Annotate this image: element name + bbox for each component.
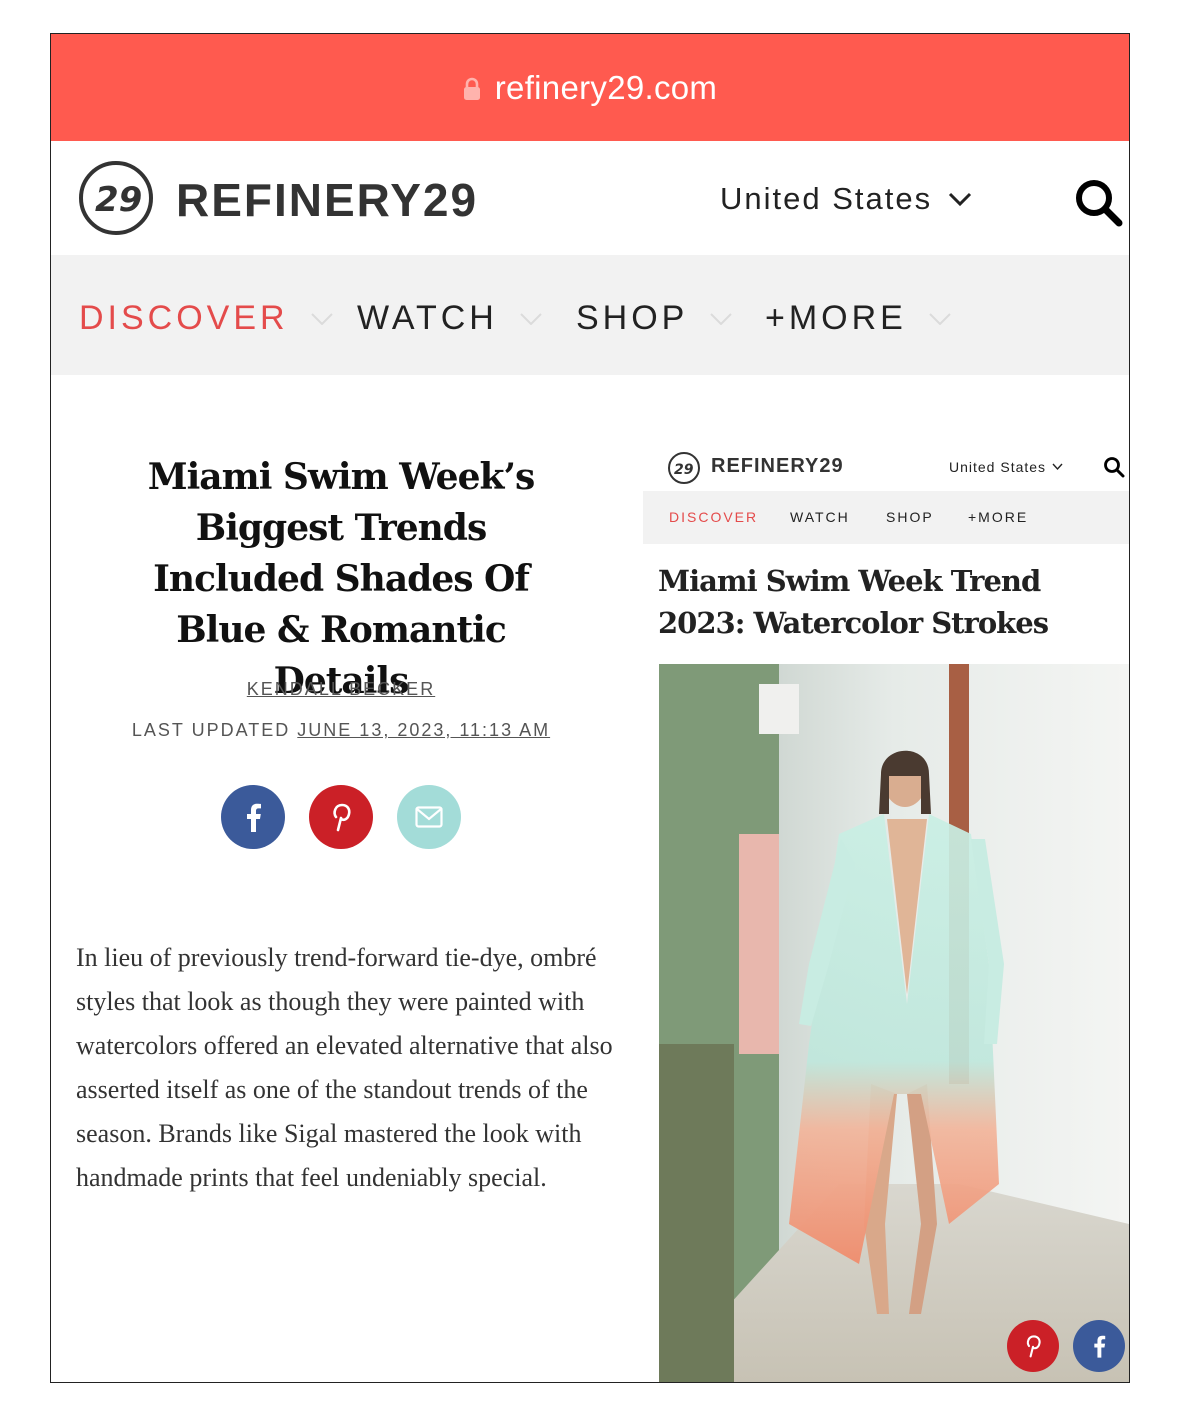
svg-text:29: 29 <box>674 462 694 478</box>
article-body: In lieu of previously trend-forward tie-… <box>76 943 613 1192</box>
updated-label: LAST UPDATED <box>131 720 291 740</box>
chevron-down-icon <box>949 192 972 207</box>
facebook-icon <box>1094 1335 1106 1358</box>
inset-nav: DISCOVER WATCH SHOP +MORE <box>643 491 1129 544</box>
article-headline: Miami Swim Week’s Biggest Trends Include… <box>147 456 536 702</box>
nav-watch[interactable]: WATCH <box>357 299 542 338</box>
refinery29-logo-icon: 29 <box>668 452 700 484</box>
facebook-share-button[interactable] <box>221 785 285 849</box>
refinery29-logo-icon[interactable]: 29 <box>77 159 155 237</box>
inset-country-label: United States <box>949 459 1047 475</box>
embedded-article-screenshot: 29 REFINERY29 United States DISCOVER WAT… <box>643 434 1129 1382</box>
updated-date[interactable]: JUNE 13, 2023, 11:13 AM <box>297 720 550 740</box>
nav-more[interactable]: +MORE <box>765 299 951 338</box>
chevron-down-icon <box>710 312 733 325</box>
nav-label: SHOP <box>576 299 689 337</box>
country-selector[interactable]: United States <box>720 181 972 217</box>
main-nav: DISCOVER WATCH SHOP +MORE <box>51 255 1129 375</box>
brand-name[interactable]: REFINERY29 <box>176 173 478 227</box>
inset-brand-name: REFINERY29 <box>711 455 844 477</box>
browser-frame: refinery29.com 29 REFINERY29 United Stat… <box>50 33 1130 1383</box>
country-label: United States <box>720 181 933 216</box>
email-share-button[interactable] <box>397 785 461 849</box>
search-icon <box>1104 457 1125 478</box>
inset-nav-more: +MORE <box>968 509 1029 525</box>
inset-pinterest-button <box>1007 1320 1059 1372</box>
pinterest-icon <box>1026 1335 1041 1358</box>
chevron-down-icon <box>520 312 542 325</box>
svg-text:29: 29 <box>95 180 142 220</box>
inset-country-selector: United States <box>949 459 1063 475</box>
runway-photo-illustration <box>659 664 1129 1382</box>
inset-facebook-button <box>1073 1320 1125 1372</box>
nav-label: +MORE <box>765 299 907 337</box>
inset-article-title: Miami Swim Week Trend 2023: Watercolor S… <box>658 564 1049 640</box>
lock-icon <box>463 77 480 100</box>
inset-nav-shop: SHOP <box>886 509 934 525</box>
facebook-icon <box>247 803 261 832</box>
inset-nav-discover: DISCOVER <box>669 509 759 525</box>
author-link[interactable]: KENDALL BECKER <box>247 679 435 699</box>
nav-shop[interactable]: SHOP <box>576 299 733 338</box>
inset-nav-watch: WATCH <box>790 509 850 525</box>
article-author: KENDALL BECKER <box>51 679 631 700</box>
url-text: refinery29.com <box>494 68 718 106</box>
article-updated: LAST UPDATED JUNE 13, 2023, 11:13 AM <box>51 720 631 741</box>
runway-photo <box>659 664 1129 1382</box>
nav-label: DISCOVER <box>79 299 289 337</box>
nav-label: WATCH <box>357 299 498 337</box>
email-icon <box>415 806 443 828</box>
pinterest-icon <box>333 803 351 832</box>
pinterest-share-button[interactable] <box>309 785 373 849</box>
site-header: 29 REFINERY29 United States <box>51 141 1129 255</box>
nav-discover[interactable]: DISCOVER <box>79 299 333 338</box>
chevron-down-icon <box>310 312 333 325</box>
chevron-down-icon <box>1052 463 1063 471</box>
url-bar[interactable]: refinery29.com <box>51 34 1129 141</box>
search-icon[interactable] <box>1073 177 1123 227</box>
chevron-down-icon <box>929 312 951 325</box>
